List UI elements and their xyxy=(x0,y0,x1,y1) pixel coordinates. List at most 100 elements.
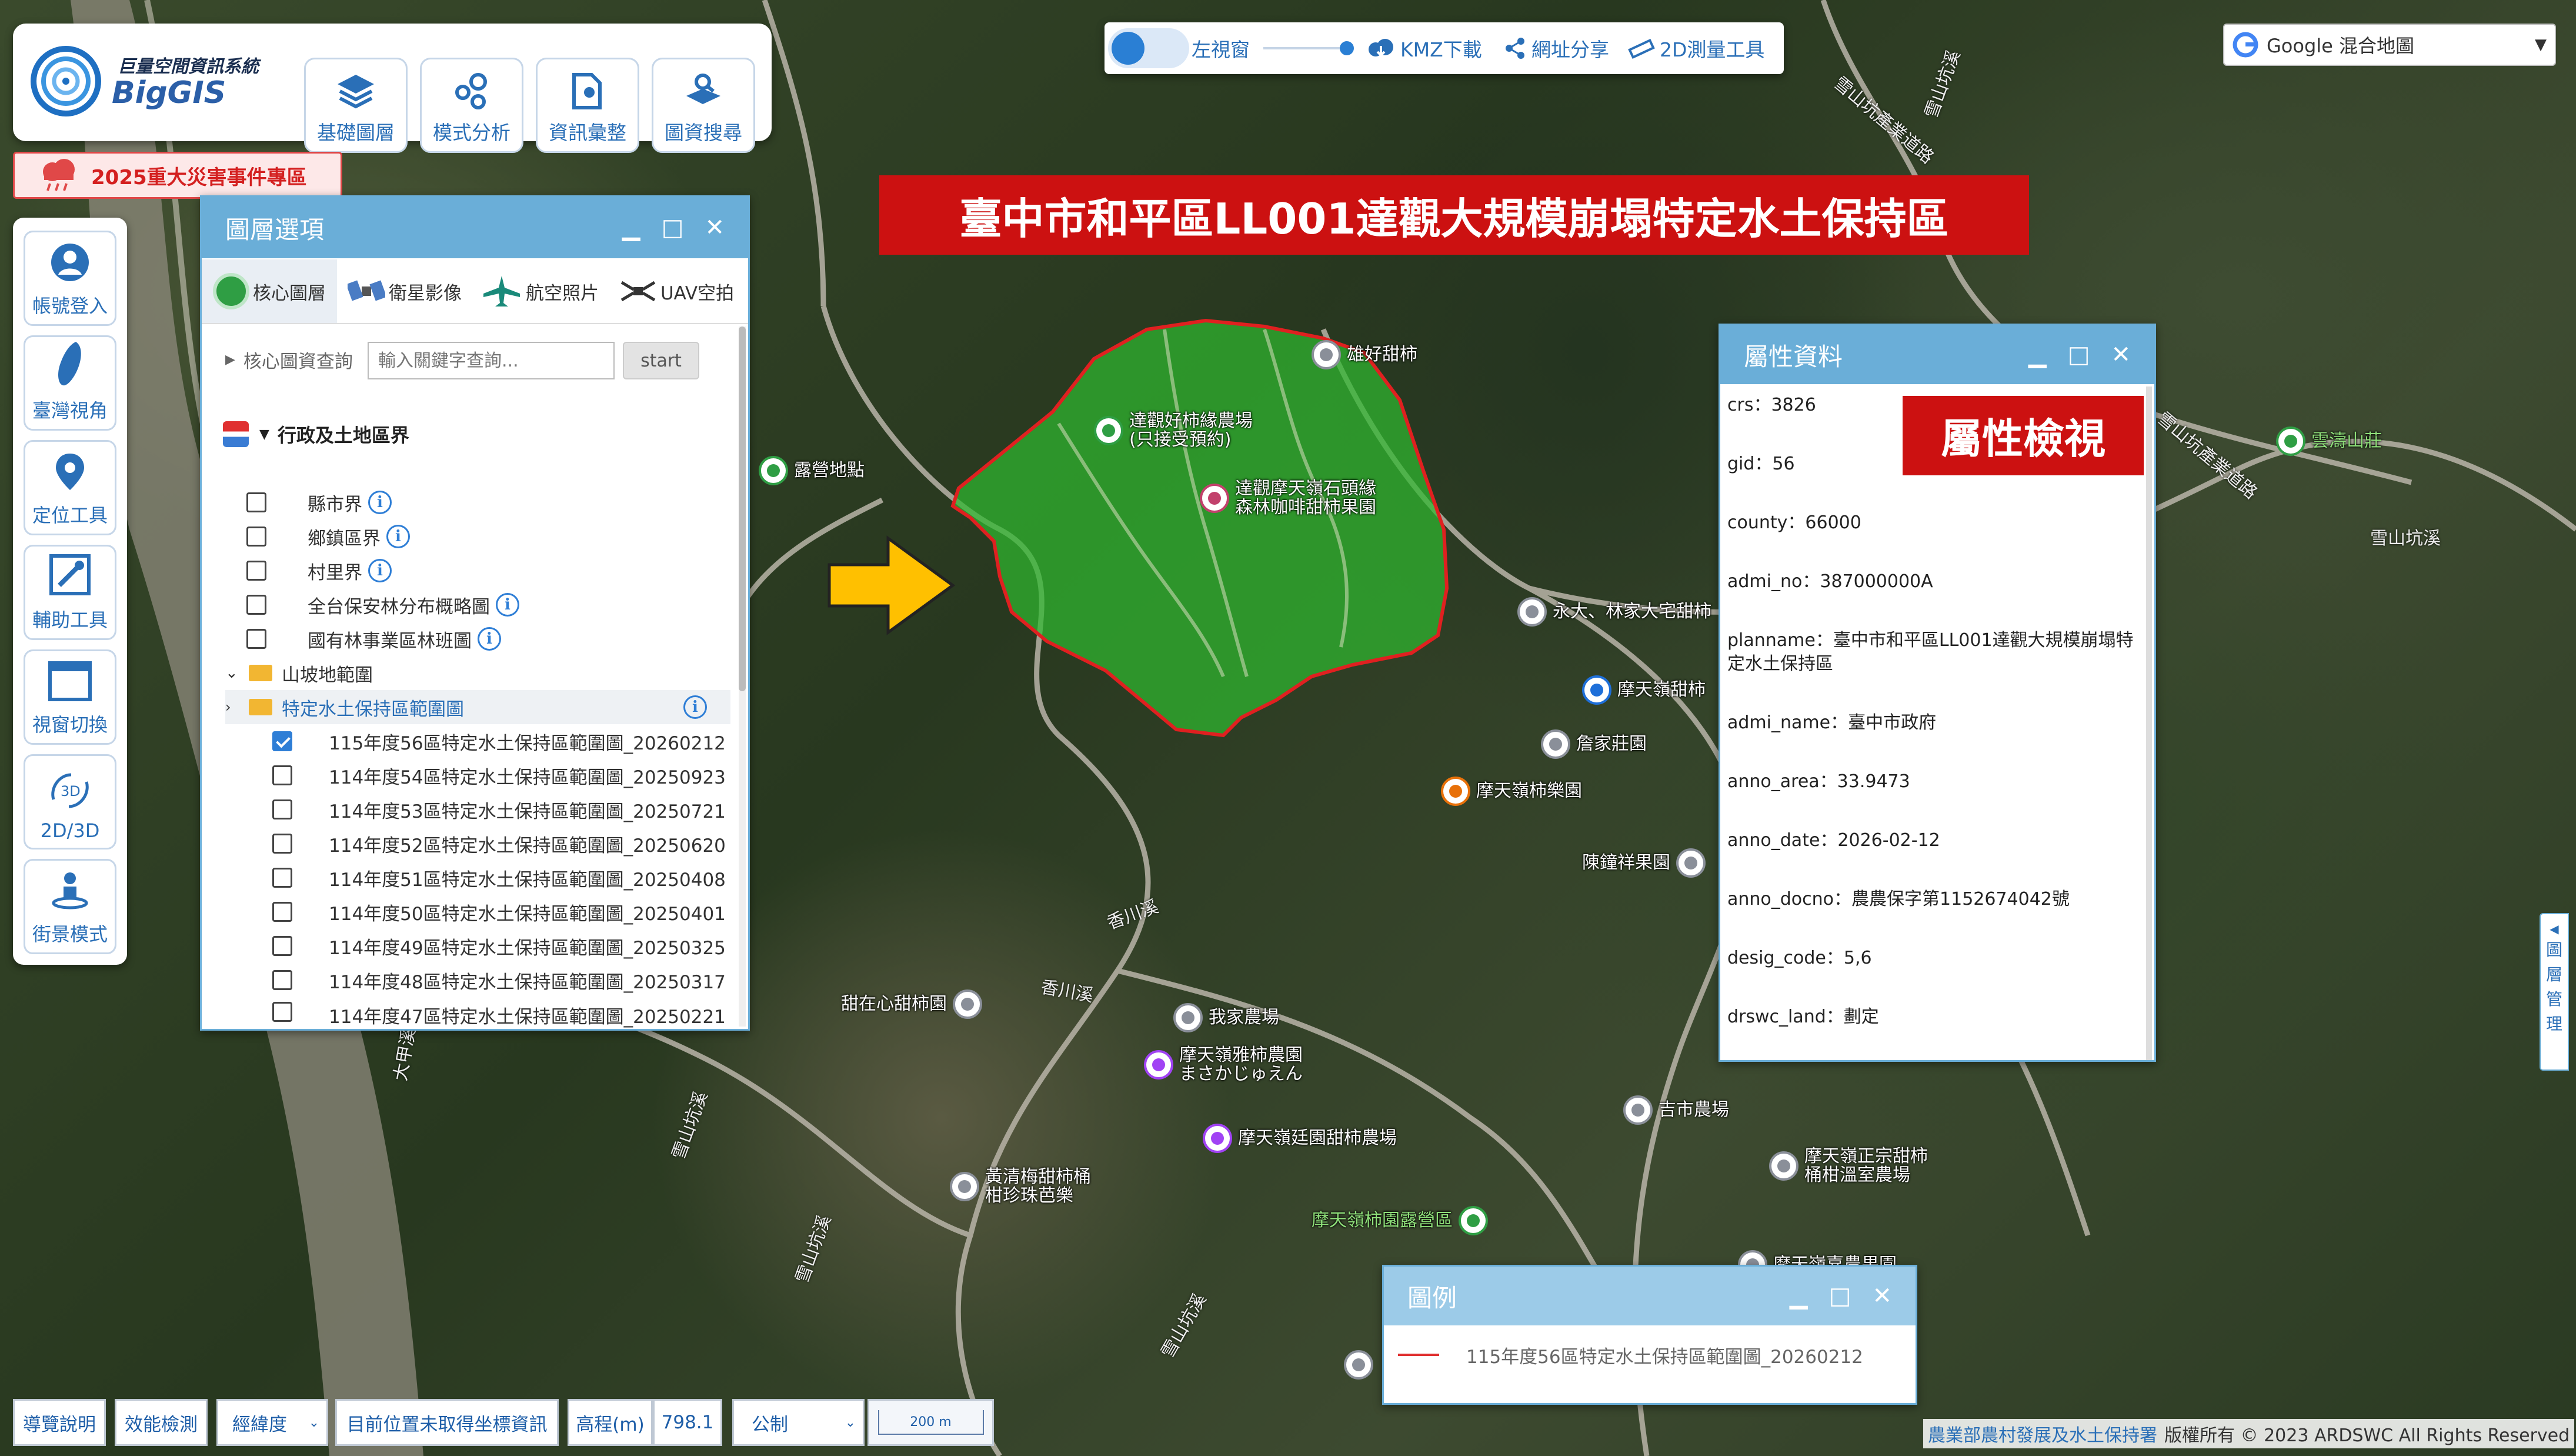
maximize-icon[interactable]: □ xyxy=(1829,1282,1851,1310)
guide-button[interactable]: 導覽說明 xyxy=(13,1399,106,1446)
sub-layer-item[interactable]: 114年度48區特定水土保持區範圍圖_20250317 xyxy=(272,963,726,997)
map-poi[interactable]: 達觀摩天嶺石頭緣 森林咖啡甜柿果園 xyxy=(1200,479,1376,517)
opacity-slider[interactable] xyxy=(1263,47,1352,49)
protection-zone-polygon[interactable] xyxy=(950,318,1449,738)
map-poi[interactable]: 詹家莊園 xyxy=(1541,729,1647,759)
disaster-banner[interactable]: 2025重大災害事件專區 xyxy=(13,152,342,199)
core-search-input[interactable] xyxy=(368,342,615,379)
map-poi[interactable]: 雲濤山莊 xyxy=(2276,427,2382,456)
taiwan-view-button[interactable]: 臺灣視角 xyxy=(24,335,116,431)
layer-checkbox[interactable] xyxy=(272,731,292,751)
login-button[interactable]: 帳號登入 xyxy=(24,231,116,326)
folder-special-zone[interactable]: › 特定水土保持區範圍圖 i xyxy=(225,690,730,724)
minimize-icon[interactable]: ▁ xyxy=(2028,341,2047,368)
kmz-download-button[interactable]: KMZ下載 xyxy=(1366,34,1482,62)
close-icon[interactable]: ✕ xyxy=(705,214,725,241)
layer-checkbox[interactable] xyxy=(246,492,266,512)
layer-item[interactable]: 縣市界 i xyxy=(246,485,392,519)
map-search-button[interactable]: 圖資搜尋 xyxy=(652,58,755,153)
close-icon[interactable]: ✕ xyxy=(2111,341,2131,368)
map-poi[interactable]: 永大、林家大宅甜柿 xyxy=(1517,597,1711,627)
admin-group-header[interactable]: ▼ 行政及土地區界 xyxy=(223,421,409,448)
2d-3d-toggle-button[interactable]: 3D 2D/3D xyxy=(24,754,116,849)
map-poi[interactable]: 摩天嶺甜柿 xyxy=(1582,675,1706,705)
tab-aerial-photo[interactable]: 航空照片 xyxy=(472,259,608,323)
biggis-logo[interactable]: 巨量空間資訊系統 BigGIS xyxy=(29,34,288,128)
info-icon[interactable]: i xyxy=(386,525,410,548)
map-poi[interactable]: 雄好甜柿 xyxy=(1312,340,1417,369)
search-start-button[interactable]: start xyxy=(623,342,699,379)
minimize-icon[interactable]: ▁ xyxy=(1790,1282,1808,1310)
layer-checkbox[interactable] xyxy=(272,868,292,888)
layer-item[interactable]: 村里界 i xyxy=(246,554,392,588)
layer-item[interactable]: 國有林事業區林班圖 i xyxy=(246,622,501,656)
tab-uav[interactable]: UAV空拍 xyxy=(608,259,746,323)
info-icon[interactable]: i xyxy=(368,491,392,514)
layer-manage-tab[interactable]: ◀ 圖 層 管 理 xyxy=(2540,913,2569,1071)
info-icon[interactable]: i xyxy=(496,593,519,617)
sub-layer-item[interactable]: 114年度54區特定水土保持區範圍圖_20250923 xyxy=(272,758,726,792)
share-url-button[interactable]: 網址分享 xyxy=(1503,34,1609,62)
folder-slopeland[interactable]: ⌄ 山坡地範圍 xyxy=(225,656,373,690)
locate-tool-button[interactable]: 定位工具 xyxy=(24,440,116,535)
left-window-toggle[interactable] xyxy=(1108,28,1189,68)
layer-checkbox[interactable] xyxy=(246,527,266,547)
basemap-layers-button[interactable]: 基礎圖層 xyxy=(304,58,408,153)
layer-checkbox[interactable] xyxy=(272,799,292,819)
info-icon[interactable]: i xyxy=(368,559,392,582)
sub-layer-item[interactable]: 114年度50區特定水土保持區範圍圖_20250401 xyxy=(272,895,726,929)
layer-checkbox[interactable] xyxy=(272,970,292,990)
measure-tool-button[interactable]: 2D測量工具 xyxy=(1628,34,1764,62)
basemap-select[interactable]: Google 混合地圖 ▼ xyxy=(2223,24,2556,66)
map-poi[interactable]: 甜在心甜柿園 xyxy=(841,989,982,1019)
map-poi[interactable]: 黃清梅甜柿桶 柑珍珠芭樂 xyxy=(950,1168,1091,1205)
minimize-icon[interactable]: ▁ xyxy=(622,214,640,241)
map-poi[interactable]: 我家農場 xyxy=(1173,1003,1279,1032)
attribute-scrollbar[interactable] xyxy=(2146,387,2152,1060)
close-icon[interactable]: ✕ xyxy=(1872,1282,1892,1310)
layer-checkbox[interactable] xyxy=(246,561,266,581)
layer-checkbox[interactable] xyxy=(272,936,292,956)
sub-layer-item[interactable]: 115年度56區特定水土保持區範圍圖_20260212 xyxy=(272,724,726,758)
map-poi[interactable]: 摩天嶺廷園甜柿農場 xyxy=(1203,1124,1397,1153)
map-poi[interactable]: 吉市農場 xyxy=(1623,1095,1729,1125)
info-summary-button[interactable]: 資訊彙整 xyxy=(536,58,639,153)
map-poi[interactable]: 達觀好柿緣農場 (只接受預約) xyxy=(1094,412,1253,449)
unit-select[interactable]: 公制 ⌄ xyxy=(732,1399,865,1446)
tab-core-layer[interactable]: 核心圖層 xyxy=(202,259,337,323)
slider-handle[interactable] xyxy=(1340,41,1354,55)
layer-checkbox[interactable] xyxy=(272,1002,292,1022)
layer-checkbox[interactable] xyxy=(246,595,266,615)
layer-checkbox[interactable] xyxy=(246,629,266,649)
aux-tools-button[interactable]: 輔助工具 xyxy=(24,545,116,640)
tab-satellite[interactable]: 衛星影像 xyxy=(337,259,472,323)
map-poi[interactable]: 摩天嶺正宗甜柿 桶柑溫室農場 xyxy=(1769,1147,1928,1184)
info-icon[interactable]: i xyxy=(683,695,707,719)
model-analysis-button[interactable]: 模式分析 xyxy=(420,58,523,153)
sub-layer-item[interactable]: 114年度49區特定水土保持區範圍圖_20250325 xyxy=(272,929,726,963)
layer-scrollbar[interactable] xyxy=(739,326,746,1027)
layer-checkbox[interactable] xyxy=(272,902,292,922)
layer-checkbox[interactable] xyxy=(272,834,292,854)
maximize-icon[interactable]: □ xyxy=(662,214,684,241)
sub-layer-item[interactable]: 114年度51區特定水土保持區範圍圖_20250408 xyxy=(272,861,726,895)
layer-checkbox[interactable] xyxy=(272,765,292,785)
maximize-icon[interactable]: □ xyxy=(2068,341,2090,368)
layer-item[interactable]: 鄉鎮區界 i xyxy=(246,519,410,554)
window-switch-button[interactable]: 視窗切換 xyxy=(24,649,116,745)
agency-link[interactable]: 農業部農村發展及水土保持署 xyxy=(1928,1421,2157,1447)
sub-layer-item[interactable]: 114年度53區特定水土保持區範圍圖_20250721 xyxy=(272,792,726,827)
map-poi[interactable] xyxy=(1344,1350,1379,1380)
sub-layer-item[interactable]: 114年度47區特定水土保持區範圍圖_20250221 xyxy=(272,997,726,1028)
map-poi[interactable]: 摩天嶺柿園露營區 xyxy=(1312,1206,1488,1235)
sub-layer-item[interactable]: 114年度52區特定水土保持區範圍圖_20250620 xyxy=(272,827,726,861)
coord-type-select[interactable]: 經緯度 ⌄ xyxy=(216,1399,328,1446)
layer-item[interactable]: 全台保安林分布概略圖 i xyxy=(246,588,519,622)
info-icon[interactable]: i xyxy=(478,627,501,651)
performance-test-button[interactable]: 效能檢測 xyxy=(115,1399,208,1446)
street-view-button[interactable]: 街景模式 xyxy=(24,859,116,954)
map-poi[interactable]: 摩天嶺雅柿農園 まさかじゅえん xyxy=(1144,1046,1303,1083)
map-poi[interactable]: 露營地點 xyxy=(759,456,865,485)
scrollbar-thumb[interactable] xyxy=(739,326,746,691)
map-poi[interactable]: 陳鐘祥果園 xyxy=(1582,848,1706,878)
